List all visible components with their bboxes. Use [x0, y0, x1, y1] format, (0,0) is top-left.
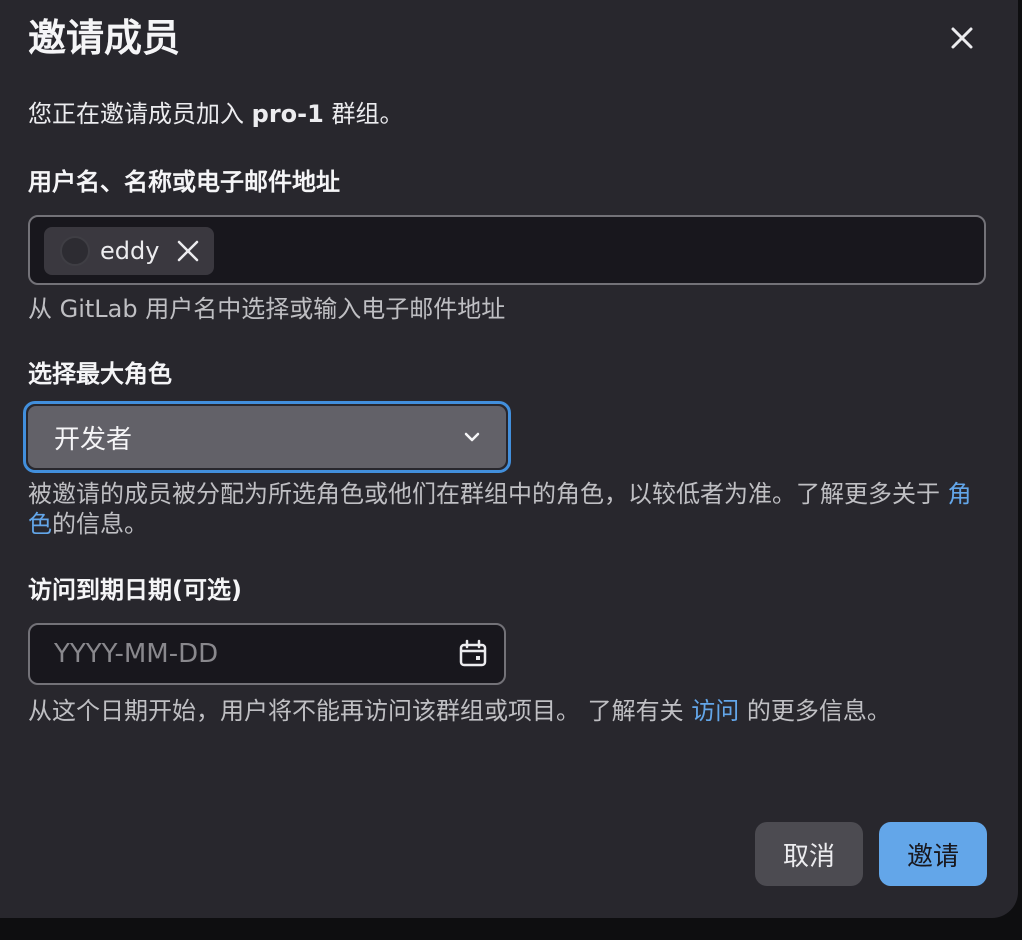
- role-help-suffix: 的信息。: [52, 510, 148, 538]
- token-name: eddy: [100, 237, 160, 265]
- role-help-text: 被邀请的成员被分配为所选角色或他们在群组中的角色，以较低者为准。了解更多关于: [28, 480, 948, 508]
- role-select-inner: 开发者: [28, 406, 506, 468]
- invitee-token-input[interactable]: eddy: [28, 215, 986, 285]
- role-help: 被邀请的成员被分配为所选角色或他们在群组中的角色，以较低者为准。了解更多关于 角…: [28, 479, 988, 539]
- invite-button[interactable]: 邀请: [879, 822, 987, 886]
- expiry-date-field[interactable]: [28, 623, 506, 685]
- group-name: pro-1: [251, 100, 324, 128]
- expiry-help-suffix: 的更多信息。: [739, 697, 891, 725]
- invitee-label: 用户名、名称或电子邮件地址: [28, 168, 340, 196]
- calendar-icon[interactable]: [458, 639, 488, 669]
- role-selected-value: 开发者: [54, 424, 133, 455]
- remove-token-button[interactable]: [175, 238, 201, 264]
- expiry-help-text: 从这个日期开始，用户将不能再访问该群组或项目。 了解有关: [28, 697, 692, 725]
- cancel-button[interactable]: 取消: [755, 822, 863, 886]
- invitee-help: 从 GitLab 用户名中选择或输入电子邮件地址: [28, 295, 506, 323]
- intro-prefix: 您正在邀请成员加入: [28, 100, 252, 128]
- modal-title: 邀请成员: [28, 16, 181, 60]
- expiry-date-input[interactable]: [52, 638, 436, 670]
- close-button[interactable]: [940, 16, 984, 60]
- close-icon: [951, 27, 973, 49]
- avatar-icon: [60, 236, 90, 266]
- intro-text: 您正在邀请成员加入 pro-1 群组。: [28, 96, 403, 132]
- intro-suffix: 群组。: [323, 100, 404, 128]
- expiry-label: 访问到期日期(可选): [28, 576, 242, 604]
- expiry-help: 从这个日期开始，用户将不能再访问该群组或项目。 了解有关 访问 的更多信息。: [28, 696, 988, 726]
- invitee-token: eddy: [44, 227, 214, 275]
- role-select[interactable]: 开发者: [23, 401, 511, 473]
- invite-members-modal: 邀请成员 您正在邀请成员加入 pro-1 群组。 用户名、名称或电子邮件地址 e…: [0, 0, 1018, 918]
- chevron-down-icon: [464, 432, 480, 442]
- expiry-help-link[interactable]: 访问: [691, 697, 739, 725]
- close-icon: [178, 240, 199, 262]
- role-label: 选择最大角色: [28, 360, 172, 388]
